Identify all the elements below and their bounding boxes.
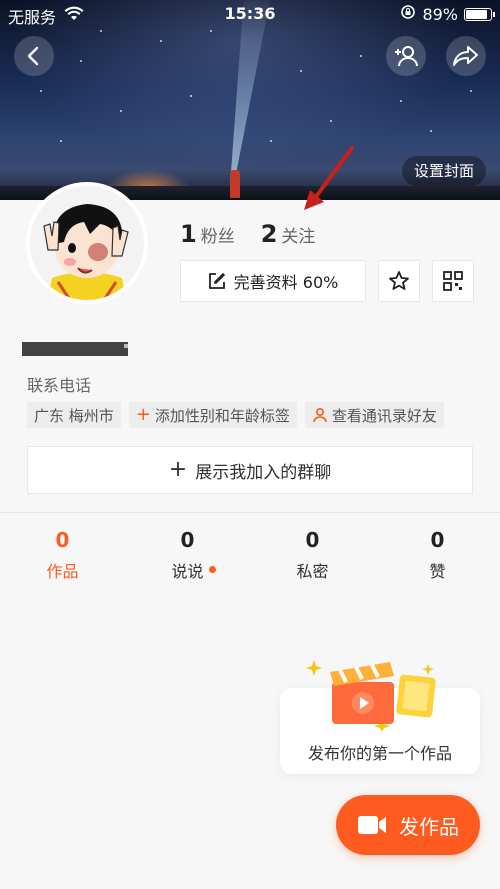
- set-cover-button[interactable]: 设置封面: [401, 156, 486, 186]
- plus-icon: +: [135, 404, 151, 425]
- profile-tags: 广东 梅州市 + 添加性别和年龄标签 查看通讯录好友: [27, 402, 444, 428]
- add-gender-age-tag[interactable]: + 添加性别和年龄标签: [128, 402, 297, 428]
- share-button[interactable]: [446, 36, 486, 76]
- following-label: 关注: [281, 227, 316, 247]
- divider: [0, 512, 500, 513]
- avatar-image: [30, 186, 144, 300]
- publish-work-button[interactable]: 发作品: [336, 795, 480, 855]
- tab-private-count: 0: [305, 528, 320, 552]
- follow-stats: 1 粉丝 2 关注: [180, 220, 315, 248]
- publish-work-label: 发作品: [399, 814, 459, 839]
- add-friend-button[interactable]: [386, 36, 426, 76]
- arrow-annotation: [304, 146, 354, 210]
- plus-icon: +: [168, 457, 188, 482]
- qrcode-button[interactable]: [432, 260, 474, 302]
- notification-dot: [208, 566, 216, 573]
- tab-private-label: 私密: [296, 562, 329, 581]
- nickname-marker: [124, 344, 128, 348]
- show-groups-label: 展示我加入的群聊: [195, 462, 332, 483]
- qrcode-icon: [443, 271, 463, 291]
- view-contacts-tag[interactable]: 查看通讯录好友: [304, 402, 444, 428]
- status-bar: 无服务 15:36 89%: [0, 0, 500, 28]
- followers-stat[interactable]: 1 粉丝: [180, 220, 235, 248]
- share-icon: [453, 46, 478, 66]
- tab-posts-count: 0: [180, 528, 195, 552]
- add-friend-icon: [395, 46, 418, 67]
- person-silhouette: [230, 170, 240, 198]
- contact-phone[interactable]: 联系电话: [27, 372, 91, 396]
- tab-posts-label: 说说: [171, 562, 204, 581]
- battery-icon: [464, 7, 495, 21]
- tab-works[interactable]: 0 作品: [0, 528, 125, 582]
- lock-rotation-icon: [400, 4, 416, 24]
- tab-likes-label: 赞: [429, 562, 446, 581]
- publish-first-work-text: 发布你的第一个作品: [307, 744, 452, 763]
- location-tag-text: 广东 梅州市: [34, 406, 114, 425]
- tab-posts[interactable]: 0 说说: [125, 528, 250, 582]
- battery-percent: 89%: [422, 4, 458, 24]
- star-icon: [389, 271, 409, 290]
- edit-profile-button[interactable]: 完善资料 60%: [180, 260, 366, 302]
- contacts-icon: [313, 407, 327, 423]
- followers-count: 1: [180, 220, 197, 248]
- back-icon: [27, 46, 39, 66]
- view-contacts-text: 查看通讯录好友: [331, 406, 437, 425]
- nickname-redacted: [22, 342, 128, 356]
- add-gender-age-text: 添加性别和年龄标签: [154, 406, 290, 425]
- tab-likes-count: 0: [430, 528, 445, 552]
- clapperboard-illustration: [306, 660, 436, 732]
- camera-icon: [358, 816, 386, 834]
- profile-actions: 完善资料 60%: [180, 260, 474, 302]
- content-tabs: 0 作品 0 说说 0 私密 0 赞: [0, 528, 500, 582]
- followers-label: 粉丝: [200, 227, 235, 247]
- back-button[interactable]: [14, 36, 54, 76]
- tab-likes[interactable]: 0 赞: [375, 528, 500, 582]
- edit-icon: [208, 272, 225, 289]
- favorite-button[interactable]: [378, 260, 420, 302]
- following-count: 2: [260, 220, 278, 248]
- location-tag[interactable]: 广东 梅州市: [27, 402, 121, 428]
- tab-works-count: 0: [55, 528, 70, 552]
- tab-works-label: 作品: [46, 562, 79, 581]
- profile-page: 无服务 15:36 89% 设置封面 1 粉丝 2 关注 完善资料 60% 联系…: [0, 0, 500, 889]
- tab-private[interactable]: 0 私密: [250, 528, 375, 582]
- edit-profile-label: 完善资料 60%: [233, 273, 339, 292]
- following-stat[interactable]: 2 关注: [261, 220, 316, 248]
- avatar[interactable]: [26, 182, 148, 304]
- show-groups-button[interactable]: + 展示我加入的群聊: [27, 446, 473, 494]
